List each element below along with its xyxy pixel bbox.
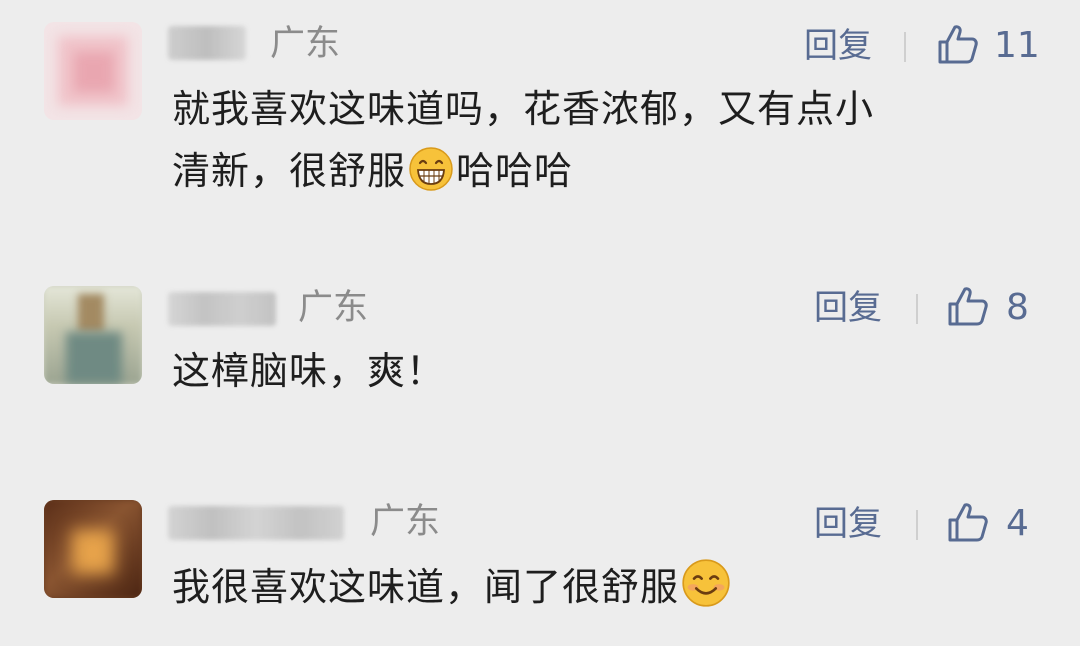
divider: [916, 294, 918, 324]
comment-text-segment: 哈哈哈: [456, 149, 574, 193]
like-count: 11: [994, 25, 1040, 66]
comment-text-line: 就我喜欢这味道吗，花香浓郁，又有点小: [172, 87, 875, 131]
comment-text: 这樟脑味，爽！: [172, 340, 445, 402]
comment-text-line: 清新，很舒服 哈哈哈: [172, 140, 874, 202]
comment-text: 就我喜欢这味道吗，花香浓郁，又有点小 清新，很舒服 哈哈哈: [172, 78, 874, 202]
location-label: 广东: [370, 502, 441, 542]
location-label: 广东: [298, 288, 369, 328]
like-count: 4: [1006, 503, 1029, 544]
thumbs-up-icon[interactable]: [946, 284, 990, 328]
comment-text: 我很喜欢这味道，闻了很舒服: [172, 556, 733, 618]
location-label: 广东: [270, 24, 341, 64]
comment-text-segment: 我很喜欢这味道，闻了很舒服: [172, 565, 680, 609]
smiling-face-emoji-icon: [682, 559, 730, 607]
avatar[interactable]: [44, 500, 142, 598]
avatar[interactable]: [44, 286, 142, 384]
reply-button[interactable]: 回复: [814, 288, 882, 328]
like-count: 8: [1006, 287, 1029, 328]
reply-button[interactable]: 回复: [804, 26, 872, 66]
username-blurred[interactable]: [168, 26, 246, 60]
thumbs-up-icon[interactable]: [936, 22, 980, 66]
username-blurred[interactable]: [168, 506, 344, 540]
thumbs-up-icon[interactable]: [946, 500, 990, 544]
divider: [904, 32, 906, 62]
reply-button[interactable]: 回复: [814, 504, 882, 544]
comment-text-segment: 清新，很舒服: [172, 149, 407, 193]
avatar[interactable]: [44, 22, 142, 120]
divider: [916, 510, 918, 540]
username-blurred[interactable]: [168, 292, 276, 326]
comment-text-line: 这樟脑味，爽！: [172, 349, 446, 393]
grinning-face-emoji-icon: [409, 147, 453, 191]
comment-text-line: 我很喜欢这味道，闻了很舒服: [172, 556, 733, 618]
